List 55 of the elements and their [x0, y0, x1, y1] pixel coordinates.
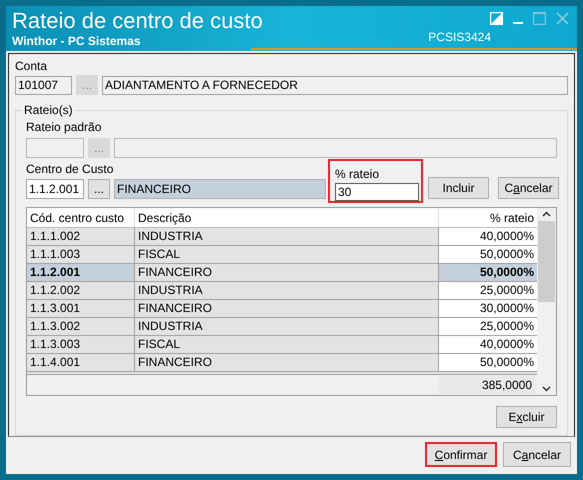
table-cell: 50,0000% [439, 264, 537, 281]
cost-center-code-field[interactable]: 1.1.2.001 [26, 179, 84, 199]
table-cell: 1.1.1.003 [27, 246, 135, 263]
field-label: % rateio [335, 167, 380, 181]
table-cell: FINANCEIRO [135, 300, 439, 317]
table-row[interactable]: 1.1.3.001 FINANCEIRO 30,0000% [27, 300, 537, 318]
confirm-button[interactable]: Confirmar [425, 442, 497, 467]
group-title: Rateio(s) [22, 103, 75, 117]
percent-field[interactable]: 30 [335, 183, 419, 201]
table-cell: 1.1.2.002 [27, 282, 135, 299]
field-label: Rateio padrão [26, 120, 102, 134]
table-cell: FINANCEIRO [135, 264, 439, 281]
scroll-thumb[interactable] [538, 221, 555, 302]
table-row[interactable]: 1.1.1.002 INDUSTRIA 40,0000% [27, 228, 537, 246]
table-row[interactable]: 1.1.2.001 FINANCEIRO 50,0000% [27, 264, 537, 282]
cost-center-description-field[interactable]: FINANCEIRO [114, 179, 326, 199]
table-cell: 1.1.1.002 [27, 228, 135, 245]
window-title: Rateio de centro de custo [12, 8, 263, 34]
scroll-up-icon[interactable] [542, 211, 551, 217]
table-cell: 1.1.2.001 [27, 264, 135, 281]
lookup-button[interactable]: ... [88, 179, 110, 199]
delete-button[interactable]: Excluir [496, 406, 557, 428]
table-row[interactable]: 1.1.3.003 FISCAL 40,0000% [27, 336, 537, 354]
program-code: PCSIS3424 [428, 30, 491, 44]
table-row[interactable]: 1.1.4.001 FINANCEIRO 50,0000% [27, 354, 537, 372]
field-label: Centro de Custo [26, 162, 114, 176]
column-header[interactable]: % rateio [439, 208, 537, 227]
cancel-button[interactable]: Cancelar [503, 442, 571, 467]
column-header[interactable]: Descrição [135, 208, 439, 227]
cancel-button[interactable]: Cancelar [498, 177, 559, 199]
table-cell: INDUSTRIA [135, 282, 439, 299]
field-label: Conta [15, 59, 48, 73]
table-cell: FISCAL [135, 246, 439, 263]
table-cell: 1.1.3.002 [27, 318, 135, 335]
table-cell: INDUSTRIA [135, 318, 439, 335]
account-description-field[interactable]: ADIANTAMENTO A FORNECEDOR [102, 76, 568, 94]
table-row[interactable]: 1.1.1.003 FISCAL 50,0000% [27, 246, 537, 264]
table-cell: 1.1.3.001 [27, 300, 135, 317]
scroll-down-icon[interactable] [542, 386, 551, 392]
maximize-icon[interactable] [533, 12, 546, 25]
table-row[interactable]: 1.1.3.002 INDUSTRIA 25,0000% [27, 318, 537, 336]
table-cell: 1.1.4.001 [27, 354, 135, 371]
table-row[interactable]: 1.1.2.002 INDUSTRIA 25,0000% [27, 282, 537, 300]
table-cell: INDUSTRIA [135, 228, 439, 245]
scrollbar[interactable] [537, 208, 556, 395]
restore-icon[interactable] [490, 12, 503, 25]
table-cell: 1.1.3.003 [27, 336, 135, 353]
close-icon[interactable] [556, 12, 569, 25]
table-cell: FISCAL [135, 336, 439, 353]
column-header[interactable]: Cód. centro custo [27, 208, 135, 227]
include-button[interactable]: Incluir [428, 177, 489, 199]
total-cell: 385,0000 [439, 376, 535, 394]
table-cell: FINANCEIRO [135, 354, 439, 371]
window-subtitle: Winthor - PC Sistemas [12, 34, 142, 48]
account-code-field[interactable]: 101007 [15, 76, 72, 94]
